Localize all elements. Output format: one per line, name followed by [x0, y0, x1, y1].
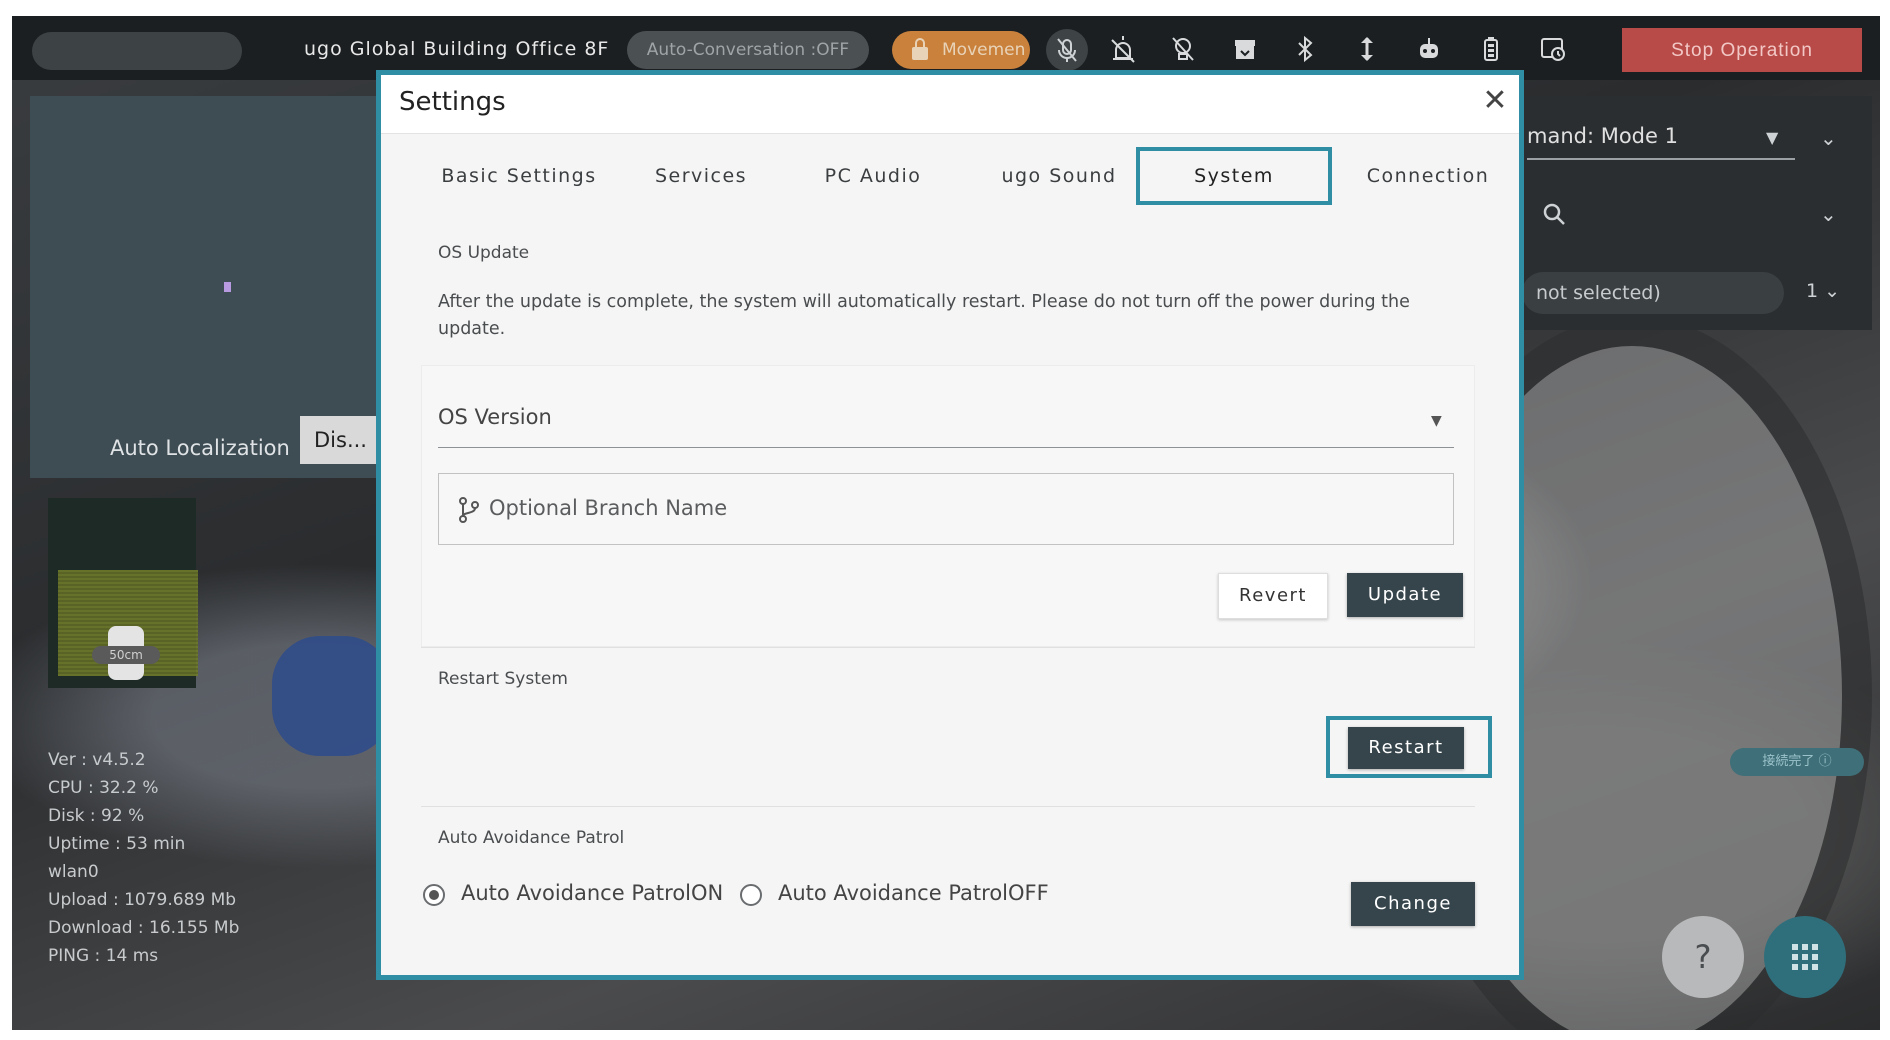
modal-header: Settings ✕	[381, 75, 1519, 134]
dropdown-caret-icon[interactable]: ▼	[1431, 413, 1442, 429]
system-stats: Ver : v4.5.2 CPU : 32.2 % Disk : 92 % Up…	[48, 746, 239, 970]
chevron-down-icon[interactable]: ⌄	[1820, 126, 1837, 150]
dropdown-caret-icon[interactable]: ▼	[1766, 128, 1778, 147]
restart-button[interactable]: Restart	[1348, 727, 1464, 769]
stop-operation-button[interactable]: Stop Operation	[1622, 28, 1862, 72]
site-name: ugo Global Building Office 8F	[304, 38, 610, 60]
history-icon[interactable]	[1538, 34, 1568, 64]
auto-localization-label: Auto Localization	[110, 436, 290, 460]
robot-position-marker	[224, 282, 231, 292]
settings-tabs: Basic Settings Services PC Audio ugo Sou…	[381, 147, 1519, 205]
connection-status-badge: 接続完了 ⓘ	[1730, 748, 1864, 776]
avoidance-on-radio[interactable]	[423, 884, 445, 906]
selection-pill[interactable]: not selected)	[1522, 272, 1784, 314]
map-panel: Auto Localization Dis...	[30, 96, 390, 478]
change-button[interactable]: Change	[1351, 882, 1475, 926]
avoidance-off-label[interactable]: Auto Avoidance PatrolOFF	[778, 881, 1049, 905]
tab-system[interactable]: System	[1136, 147, 1332, 205]
light-off-icon[interactable]	[1168, 34, 1198, 64]
os-version-select[interactable]: OS Version	[438, 405, 552, 429]
lidar-minimap: 50cm	[48, 498, 198, 688]
stat-uptime: Uptime : 53 min	[48, 834, 186, 854]
stat-ping: PING : 14 ms	[48, 946, 159, 966]
auto-conversation-toggle[interactable]: Auto-Conversation :OFF	[627, 31, 869, 69]
stat-cpu: CPU : 32.2 %	[48, 778, 159, 798]
close-icon[interactable]: ✕	[1475, 81, 1515, 121]
tab-services[interactable]: Services	[621, 147, 781, 205]
chevron-down-icon[interactable]: ⌄	[1820, 202, 1837, 226]
movement-label: Movemen	[942, 40, 1026, 60]
alarm-off-icon[interactable]	[1108, 34, 1138, 64]
auto-avoidance-title: Auto Avoidance Patrol	[438, 828, 625, 848]
archive-icon[interactable]	[1230, 34, 1260, 64]
modal-title: Settings	[399, 87, 506, 117]
avoidance-on-label[interactable]: Auto Avoidance PatrolON	[461, 881, 723, 905]
grid-icon	[1792, 944, 1818, 970]
apps-menu-button[interactable]	[1764, 916, 1846, 998]
scale-label: 50cm	[92, 646, 160, 664]
update-button[interactable]: Update	[1347, 573, 1463, 617]
count-value: 1	[1806, 280, 1819, 302]
height-icon[interactable]	[1352, 34, 1382, 64]
os-version-underline	[438, 447, 1454, 448]
command-mode-underline	[1527, 158, 1795, 160]
revert-button[interactable]: Revert	[1218, 573, 1328, 619]
tab-ugo-sound[interactable]: ugo Sound	[971, 147, 1147, 205]
bluetooth-icon[interactable]	[1290, 34, 1320, 64]
git-branch-icon	[457, 496, 481, 524]
command-mode-select[interactable]: mand: Mode 1	[1527, 124, 1678, 148]
camera-object	[272, 636, 392, 756]
lock-icon	[912, 38, 928, 60]
count-select[interactable]: 1 ⌄	[1806, 280, 1840, 302]
search-icon[interactable]	[1542, 202, 1566, 226]
settings-modal: Settings ✕ Basic Settings Services PC Au…	[376, 70, 1524, 980]
restart-system-title: Restart System	[438, 669, 568, 689]
stat-download: Download : 16.155 Mb	[48, 918, 240, 938]
section-divider	[421, 806, 1475, 807]
tab-pc-audio[interactable]: PC Audio	[791, 147, 955, 205]
tab-connection[interactable]: Connection	[1341, 147, 1515, 205]
stat-upload: Upload : 1079.689 Mb	[48, 890, 237, 910]
robot-icon[interactable]	[1414, 34, 1444, 64]
stat-interface: wlan0	[48, 862, 99, 882]
mic-off-icon[interactable]	[1046, 29, 1088, 71]
section-divider	[421, 647, 1475, 648]
tab-basic-settings[interactable]: Basic Settings	[421, 147, 617, 205]
os-update-description: After the update is complete, the system…	[438, 292, 1410, 339]
movement-lock-button[interactable]: Movemen	[892, 31, 1030, 69]
os-update-title: OS Update	[438, 243, 530, 263]
avoidance-off-radio[interactable]	[740, 884, 762, 906]
branch-name-placeholder: Optional Branch Name	[489, 496, 728, 520]
branch-name-input[interactable]: Optional Branch Name	[438, 473, 1454, 545]
stat-version: Ver : v4.5.2	[48, 750, 146, 770]
help-button[interactable]: ?	[1662, 916, 1744, 998]
battery-icon[interactable]	[1476, 34, 1506, 64]
robot-selector[interactable]	[32, 32, 242, 70]
connection-status-text: 接続完了	[1762, 754, 1815, 769]
stat-disk: Disk : 92 %	[48, 806, 145, 826]
